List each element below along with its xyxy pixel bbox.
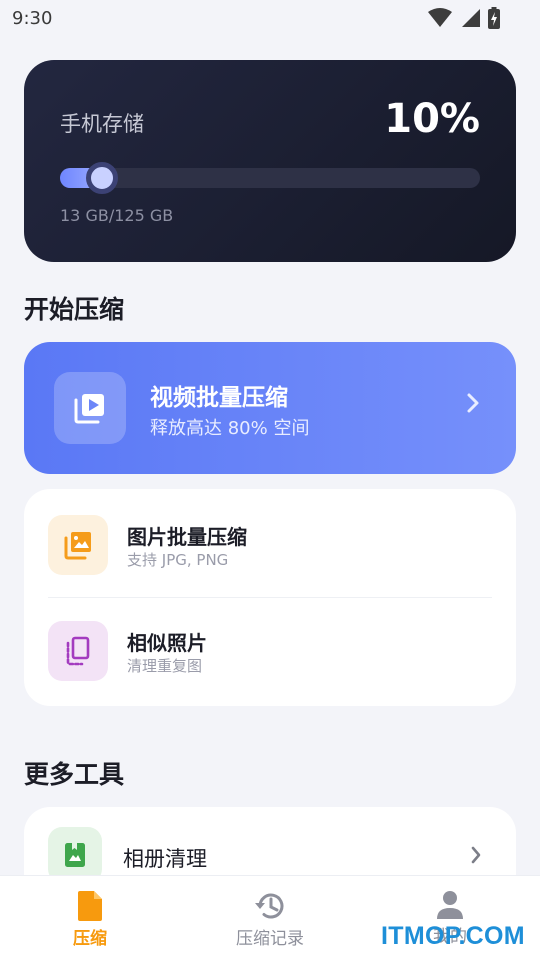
storage-progress-knob	[86, 162, 118, 194]
copy-pages-icon	[66, 636, 90, 666]
signal-icon	[462, 9, 480, 27]
tool-subtitle: 支持 JPG, PNG	[127, 551, 229, 569]
video-batch-compress-card[interactable]: 视频批量压缩 释放高达 80% 空间	[24, 342, 516, 474]
storage-progress-bar	[60, 162, 480, 194]
album-cleanup-label: 相册清理	[123, 847, 207, 871]
image-stack-icon	[64, 532, 91, 560]
storage-percent: 10%	[384, 96, 480, 142]
video-card-subtitle: 释放高达 80% 空间	[150, 418, 310, 439]
tool-icon-box	[48, 621, 108, 681]
storage-used-text: 13 GB/125 GB	[60, 206, 174, 225]
similar-photos-item[interactable]: 相似照片 清理重复图	[24, 599, 516, 703]
status-bar: 9:30	[0, 0, 540, 36]
video-library-icon	[74, 394, 104, 424]
tool-icon-box	[48, 827, 102, 883]
album-cleanup-item[interactable]: 相册清理	[24, 807, 516, 887]
storage-card: 手机存储 10% 13 GB/125 GB	[24, 60, 516, 262]
file-icon	[78, 891, 102, 921]
nav-tab-compress[interactable]: 压缩	[0, 876, 180, 960]
tools-card: 图片批量压缩 支持 JPG, PNG 相似照片 清理重复图	[24, 489, 516, 706]
person-icon	[437, 891, 463, 919]
photo-book-icon	[65, 843, 85, 867]
tool-title: 图片批量压缩	[127, 525, 247, 549]
nav-label: 压缩	[73, 929, 107, 949]
video-card-title: 视频批量压缩	[150, 385, 288, 411]
divider	[48, 597, 492, 598]
status-time: 9:30	[12, 7, 53, 29]
watermark: ITMOP.COM	[381, 922, 525, 950]
section-title-more: 更多工具	[24, 760, 125, 789]
video-icon-box	[54, 372, 126, 444]
image-batch-compress-item[interactable]: 图片批量压缩 支持 JPG, PNG	[24, 493, 516, 597]
status-icons	[428, 7, 500, 29]
chevron-right-icon	[467, 393, 479, 413]
tool-title: 相似照片	[127, 631, 207, 655]
nav-label: 压缩记录	[236, 929, 304, 949]
section-title-start: 开始压缩	[24, 295, 125, 324]
tool-subtitle: 清理重复图	[127, 657, 203, 675]
wifi-icon	[428, 8, 452, 27]
chevron-right-icon	[471, 846, 481, 864]
battery-charging-icon	[488, 7, 500, 29]
history-icon	[255, 893, 284, 919]
nav-tab-history[interactable]: 压缩记录	[180, 876, 360, 960]
tool-icon-box	[48, 515, 108, 575]
storage-title: 手机存储	[60, 112, 144, 136]
